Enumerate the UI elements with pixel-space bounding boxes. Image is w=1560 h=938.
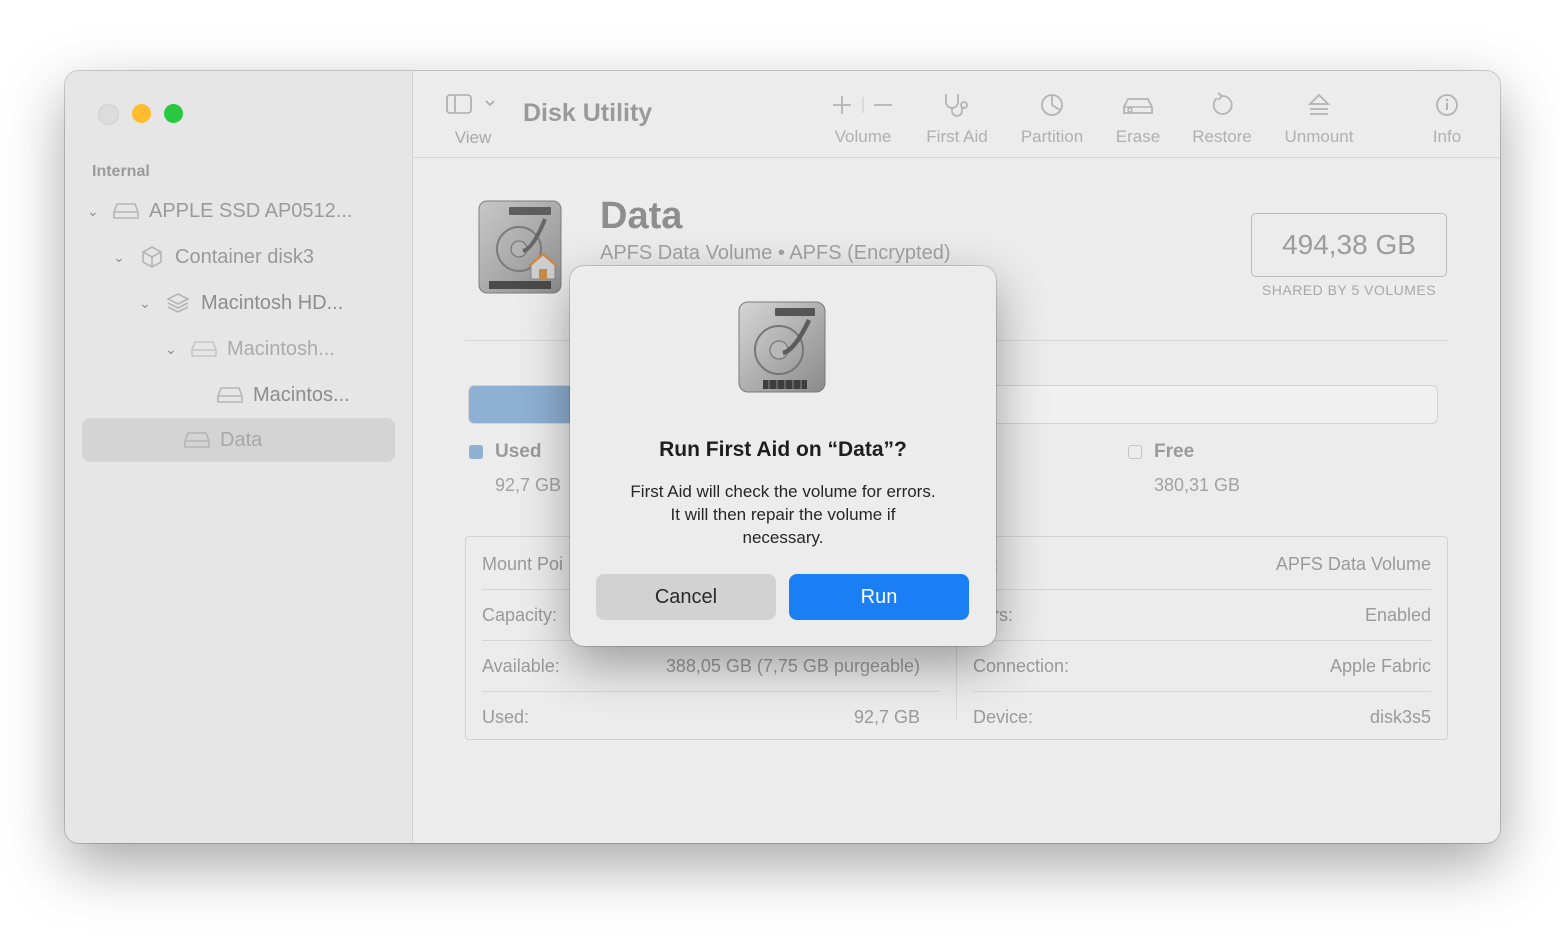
- chevron-down-icon[interactable]: ⌄: [165, 341, 183, 358]
- sidebar-item-label: APPLE SSD AP0512...: [149, 199, 353, 222]
- info-value: Apple Fabric: [1329, 655, 1431, 676]
- sidebar-item-macintos[interactable]: Macintos...: [209, 373, 350, 417]
- info-row: Used: 92,7 GB: [466, 692, 936, 742]
- first-aid-dialog: Run First Aid on “Data”? First Aid will …: [570, 266, 996, 646]
- info-row: ners:Enabled: [957, 590, 1447, 640]
- plus-minus-icon: [829, 91, 897, 119]
- volume-subtitle: APFS Data Volume • APFS (Encrypted): [600, 242, 951, 264]
- sidebar-item-data[interactable]: Data: [82, 418, 395, 462]
- sidebar-item-label: Data: [220, 428, 263, 451]
- info-row: Available: 388,05 GB (7,75 GB purgeable): [466, 641, 936, 691]
- info-row: Connection: Apple Fabric: [957, 641, 1447, 691]
- sidebar-item-label: Container disk3: [175, 245, 314, 268]
- sidebar-item-label: Macintos...: [253, 383, 350, 406]
- dialog-message-line: First Aid will check the volume for erro…: [630, 482, 936, 501]
- layers-icon: [163, 291, 193, 315]
- drive-icon: [111, 202, 141, 220]
- volume-size: 494,38 GB: [1251, 213, 1447, 277]
- first-aid-label: First Aid: [926, 127, 988, 146]
- sidebar-item-macintosh-hd[interactable]: ⌄ Macintosh HD...: [139, 281, 343, 325]
- info-value: disk3s5: [1369, 706, 1431, 727]
- sidebar-item-label: Macintosh...: [227, 337, 335, 360]
- pie-chart-icon: [1013, 91, 1091, 119]
- erase-label: Erase: [1115, 127, 1161, 146]
- info-key: Available:: [482, 655, 560, 676]
- info-row: pe:APFS Data Volume: [957, 539, 1447, 589]
- traffic-lights: [98, 104, 183, 125]
- dialog-message-line: It will then repair the volume if: [670, 505, 896, 524]
- volume-button[interactable]: Volume: [829, 91, 897, 147]
- info-value: Enabled: [1364, 604, 1431, 625]
- info-key: Mount Poi: [482, 553, 564, 574]
- minimize-window-button[interactable]: [132, 104, 151, 123]
- volume-title: Data: [600, 195, 683, 237]
- chevron-down-icon[interactable]: ⌄: [139, 295, 157, 312]
- unmount-label: Unmount: [1284, 127, 1354, 146]
- volume-size-caption: SHARED BY 5 VOLUMES: [1261, 282, 1437, 298]
- info-key: Device:: [973, 706, 1034, 727]
- sidebar: Internal ⌄ APPLE SSD AP0512... ⌄ Contain…: [65, 71, 413, 843]
- info-button[interactable]: Info: [1429, 91, 1465, 147]
- volume-home-drive-icon: [471, 199, 571, 304]
- erase-button[interactable]: Erase: [1113, 91, 1163, 147]
- legend-free: Free: [1128, 441, 1194, 463]
- info-value: 388,05 GB (7,75 GB purgeable): [665, 655, 920, 676]
- info-label: Info: [1432, 127, 1462, 146]
- sidebar-toggle-icon: [446, 94, 495, 114]
- restore-arrow-icon: [1187, 91, 1257, 119]
- partition-button[interactable]: Partition: [1013, 91, 1091, 147]
- stethoscope-icon: [919, 91, 995, 119]
- app-title: Disk Utility: [523, 99, 653, 127]
- dialog-message-line: necessary.: [742, 528, 824, 547]
- legend-used: Used: [469, 441, 541, 463]
- info-key: Capacity:: [482, 604, 558, 625]
- info-value: APFS Data Volume: [1275, 553, 1431, 574]
- first-aid-button[interactable]: First Aid: [919, 91, 995, 147]
- container-icon: [137, 245, 167, 269]
- restore-button[interactable]: Restore: [1187, 91, 1257, 147]
- drive-icon: [189, 340, 219, 358]
- chevron-down-icon[interactable]: ⌄: [113, 249, 131, 266]
- close-window-button[interactable]: [98, 104, 119, 125]
- sidebar-item-macintosh-snapshot[interactable]: ⌄ Macintosh...: [165, 327, 335, 371]
- info-key: Used:: [482, 706, 530, 727]
- sidebar-item-apple-ssd[interactable]: ⌄ APPLE SSD AP0512...: [87, 189, 352, 233]
- zoom-window-button[interactable]: [164, 104, 183, 123]
- eject-icon: [1279, 91, 1359, 119]
- legend-used-value: 92,7 GB: [495, 475, 562, 495]
- volume-label: Volume: [834, 127, 892, 146]
- hard-drive-icon: [733, 298, 833, 403]
- free-swatch: [1128, 445, 1142, 459]
- dialog-title: Run First Aid on “Data”?: [659, 438, 907, 461]
- info-row: Device: disk3s5: [957, 692, 1447, 742]
- unmount-button[interactable]: Unmount: [1279, 91, 1359, 147]
- used-swatch: [469, 445, 483, 459]
- legend-used-label: Used: [495, 441, 542, 462]
- sidebar-item-container-disk3[interactable]: ⌄ Container disk3: [113, 235, 314, 279]
- partition-label: Partition: [1020, 127, 1084, 146]
- run-button[interactable]: Run: [789, 574, 969, 620]
- info-value: 92,7 GB: [853, 706, 920, 727]
- legend-free-value: 380,31 GB: [1154, 475, 1241, 495]
- view-label: View: [454, 128, 492, 147]
- info-key: Connection:: [973, 655, 1070, 676]
- toolbar: View Disk Utility Volume First Aid Parti…: [413, 71, 1500, 158]
- restore-label: Restore: [1192, 127, 1252, 146]
- cancel-button[interactable]: Cancel: [596, 574, 776, 620]
- sidebar-item-label: Macintosh HD...: [201, 291, 344, 314]
- chevron-down-icon[interactable]: ⌄: [87, 203, 105, 220]
- drive-icon: [182, 431, 212, 449]
- drive-icon: [215, 386, 245, 404]
- sidebar-section-internal: Internal: [92, 163, 150, 180]
- legend-free-label: Free: [1154, 441, 1195, 462]
- info-icon: [1429, 91, 1465, 119]
- view-button[interactable]: View: [445, 93, 501, 148]
- dialog-message: First Aid will check the volume for erro…: [600, 480, 966, 549]
- eraser-icon: [1113, 91, 1163, 119]
